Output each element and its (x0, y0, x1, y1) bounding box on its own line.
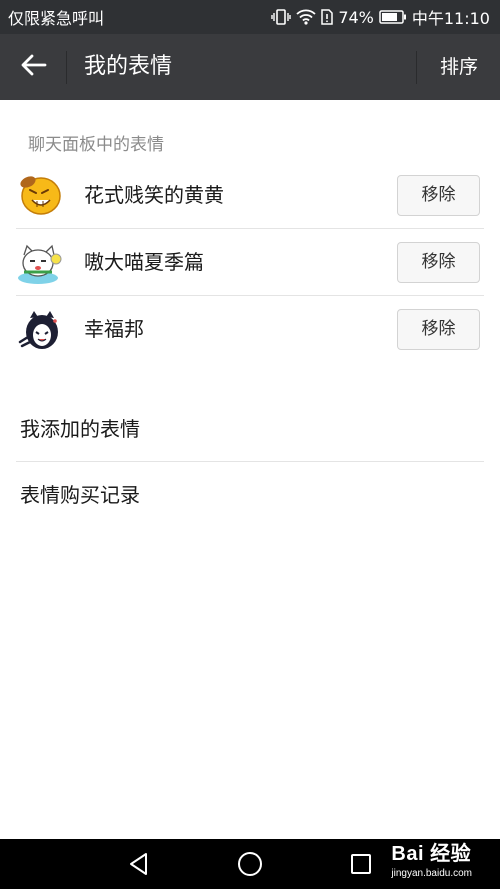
clock-text: 中午11:10 (411, 9, 490, 28)
nav-home-button[interactable] (235, 849, 265, 879)
menu-list: 我添加的表情 表情购买记录 (0, 396, 500, 528)
sticker-row[interactable]: 嗷大喵夏季篇 移除 (0, 229, 500, 296)
sticker-row[interactable]: 幸福邦 移除 (0, 296, 500, 363)
carrier-text: 仅限紧急呼叫 (8, 9, 105, 28)
sticker-row[interactable]: 花式贱笑的黄黄 移除 (0, 162, 500, 229)
cat-sticker-icon (16, 241, 62, 285)
remove-button[interactable]: 移除 (397, 309, 480, 350)
menu-item-label: 表情购买记录 (20, 483, 140, 507)
status-bar: 仅限紧急呼叫 74% 中午11:10 (0, 0, 500, 34)
navigation-bar: Bai 经验 jingyan.baidu.com (0, 839, 500, 889)
remove-button[interactable]: 移除 (397, 175, 480, 216)
triangle-back-icon (124, 853, 154, 883)
wifi-icon (296, 9, 316, 25)
square-recents-icon (346, 854, 376, 883)
header-divider (416, 51, 417, 84)
sort-button[interactable]: 排序 (440, 34, 478, 100)
app-header: 我的表情 排序 (0, 34, 500, 100)
sticker-name: 幸福邦 (84, 317, 144, 341)
section-title: 聊天面板中的表情 (28, 135, 164, 155)
yellow-face-sticker-icon (16, 174, 62, 218)
page-title: 我的表情 (84, 54, 173, 79)
vibrate-icon (271, 9, 292, 25)
status-icons: 74% 中午11:10 (271, 5, 490, 29)
menu-item-purchase-history[interactable]: 表情购买记录 (0, 462, 500, 528)
back-button[interactable] (14, 50, 54, 84)
watermark-brand: Bai 经验 (391, 843, 472, 865)
menu-item-label: 我添加的表情 (20, 417, 140, 441)
header-divider (66, 51, 67, 84)
sim-alert-icon (321, 9, 334, 25)
menu-item-added-stickers[interactable]: 我添加的表情 (0, 396, 500, 462)
battery-icon (379, 10, 407, 24)
remove-button[interactable]: 移除 (397, 242, 480, 283)
sticker-name: 嗷大喵夏季篇 (84, 250, 204, 274)
nav-recents-button[interactable] (346, 849, 376, 879)
penguin-sticker-icon (16, 308, 62, 352)
sticker-name: 花式贱笑的黄黄 (84, 183, 224, 207)
sticker-list: 花式贱笑的黄黄 移除 嗷大喵夏季篇 移除 幸福邦 移除 (0, 162, 500, 363)
nav-back-button[interactable] (124, 849, 154, 879)
watermark-url: jingyan.baidu.com (391, 868, 472, 879)
circle-home-icon (235, 852, 265, 883)
back-arrow-icon (21, 54, 47, 80)
battery-percent: 74% (338, 7, 374, 27)
baidu-jingyan-watermark: Bai 经验 jingyan.baidu.com (391, 841, 472, 881)
